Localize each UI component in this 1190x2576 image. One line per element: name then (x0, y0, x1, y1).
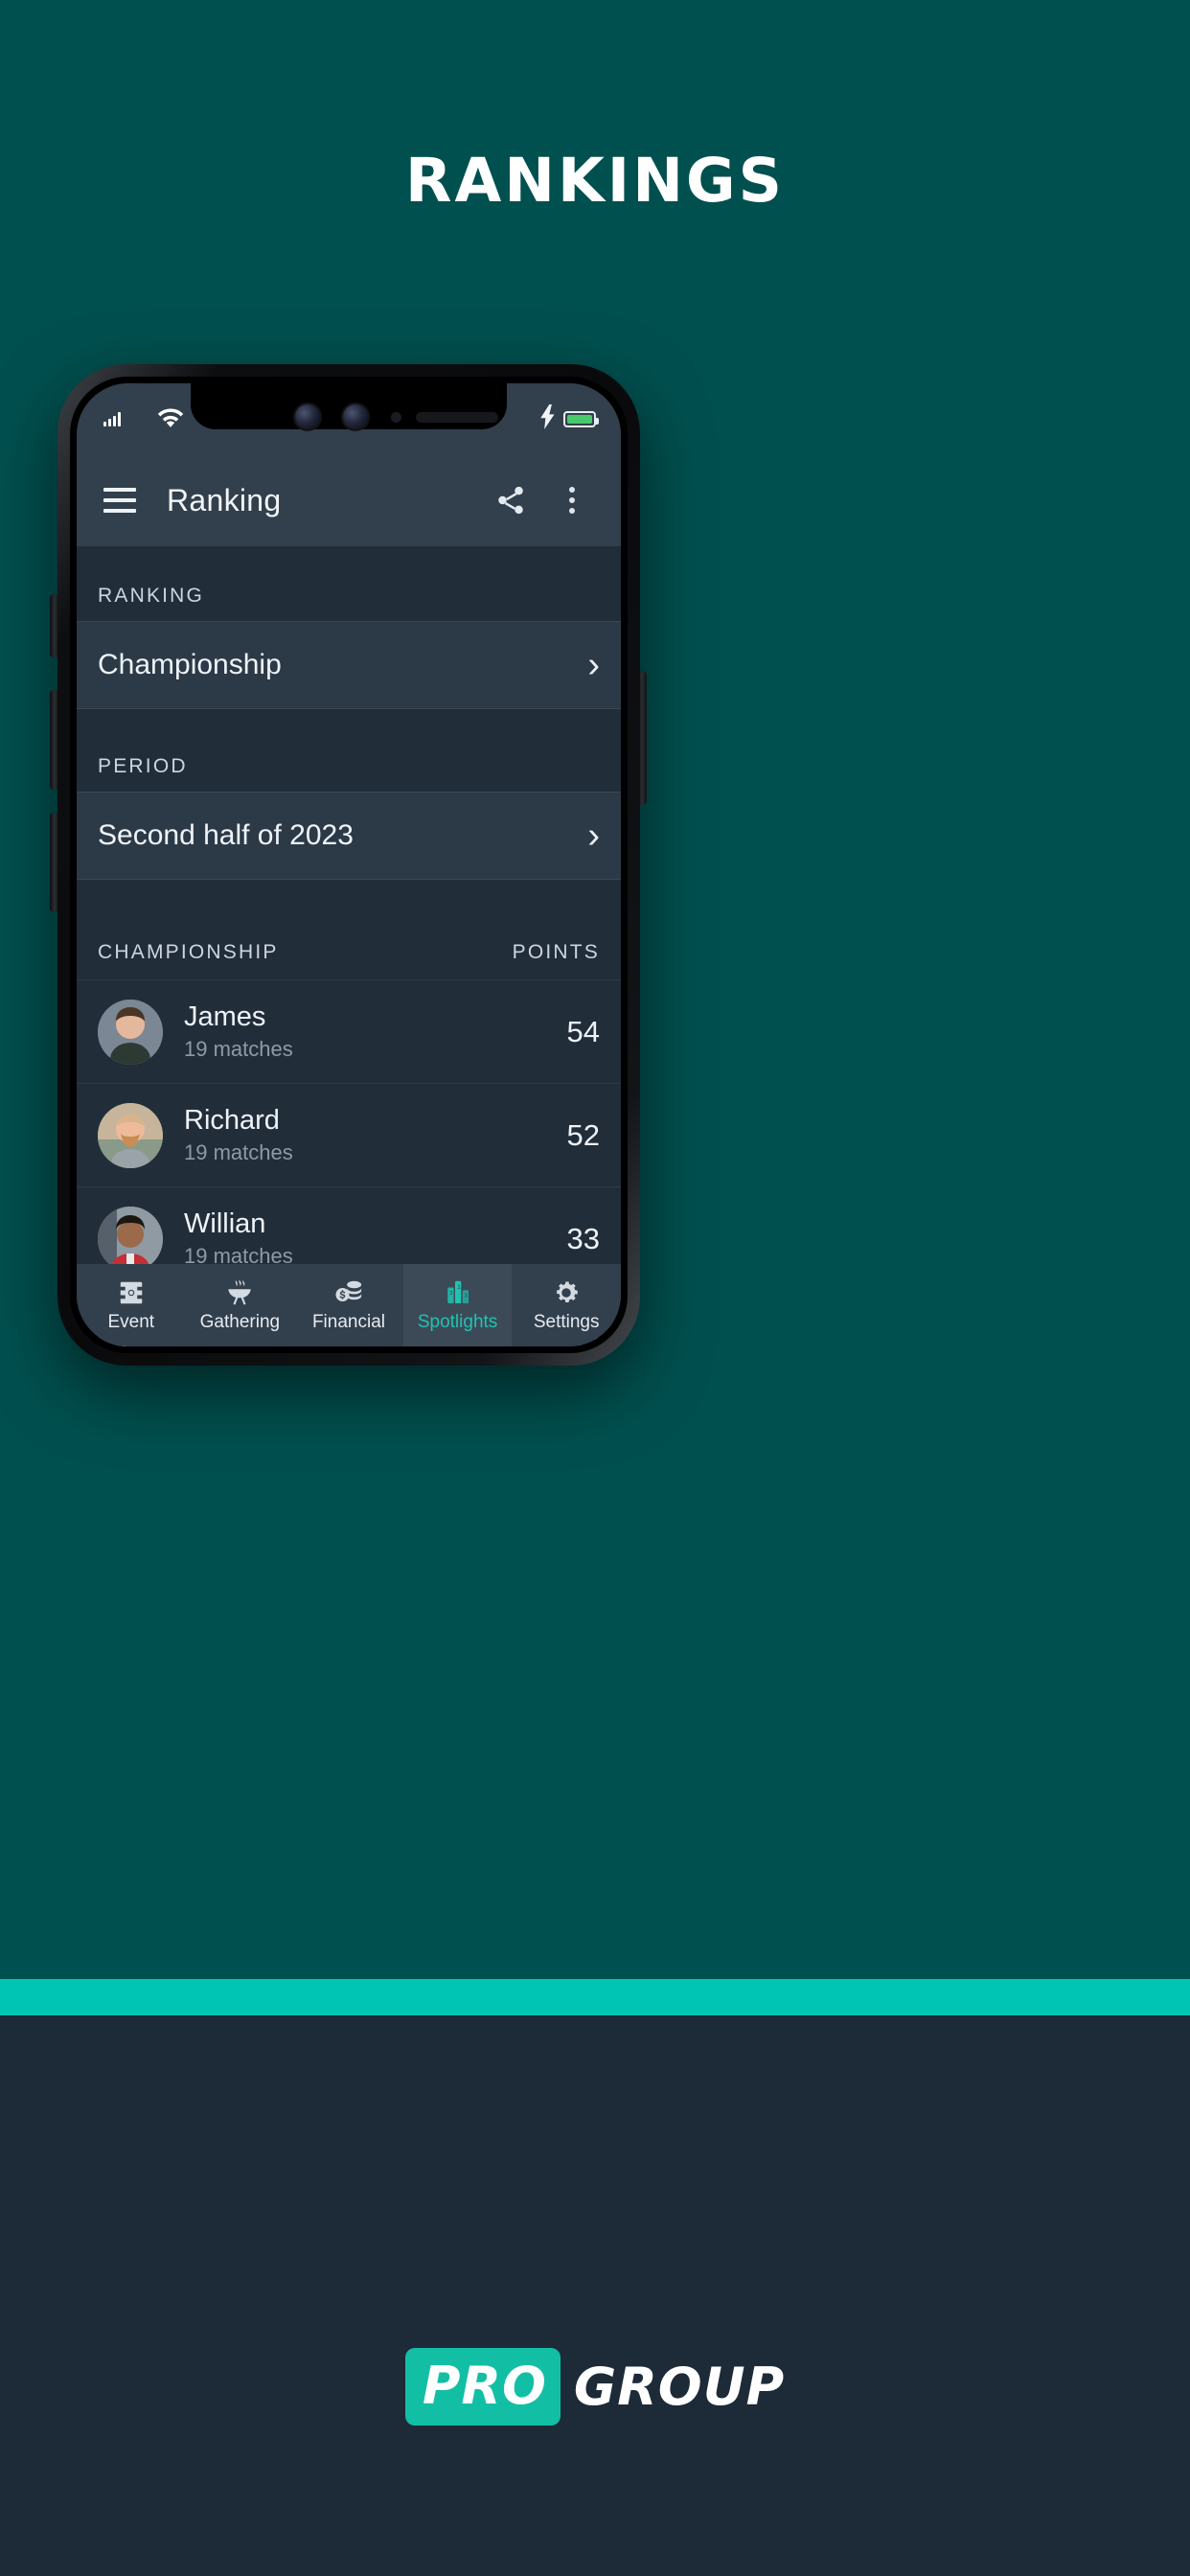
player-points: 54 (566, 1014, 600, 1048)
more-vertical-icon[interactable] (550, 478, 594, 522)
nav-label: Spotlights (417, 1311, 498, 1332)
app-bar: Ranking (77, 454, 621, 546)
nav-item-event[interactable]: Event (77, 1264, 186, 1346)
ranking-selector-row[interactable]: Championship › (77, 621, 621, 709)
nav-item-settings[interactable]: Settings (512, 1264, 621, 1346)
podium-icon: 1 2 3 (444, 1278, 472, 1307)
screen-content: RANKING Championship › PERIOD Second hal… (77, 546, 621, 1346)
period-selector-row[interactable]: Second half of 2023 › (77, 792, 621, 880)
ranking-selector-value: Championship (98, 649, 282, 680)
logo-word: GROUP (573, 2357, 786, 2417)
coins-icon (334, 1278, 363, 1307)
background-bottom-band (0, 2015, 1190, 2576)
column-header-championship: CHAMPIONSHIP (98, 941, 279, 963)
player-name: James (184, 1001, 266, 1032)
nav-label: Event (107, 1311, 155, 1332)
proximity-sensor-icon (391, 412, 401, 423)
player-matches: 19 matches (184, 1140, 293, 1164)
earpiece-speaker (416, 412, 498, 423)
nav-label: Financial (311, 1311, 385, 1332)
phone-notch (77, 383, 621, 454)
grill-icon (225, 1278, 254, 1307)
table-row[interactable]: James 19 matches 54 (77, 979, 621, 1083)
player-points: 33 (566, 1221, 600, 1255)
bottom-navigation-bar: Event Gathering Financial 1 2 3 Spotligh… (77, 1264, 621, 1346)
ranking-table-header: CHAMPIONSHIP POINTS (77, 880, 621, 979)
avatar (98, 1206, 163, 1272)
chevron-right-icon: › (587, 645, 600, 685)
nav-item-gathering[interactable]: Gathering (186, 1264, 295, 1346)
svg-text:3: 3 (464, 1293, 467, 1299)
period-section-header: PERIOD (77, 709, 621, 792)
nav-item-financial[interactable]: Financial (294, 1264, 403, 1346)
phone-screen: Ranking RANKING Championship › PERIOD Se… (77, 383, 621, 1346)
logo-mark: PRO (404, 2348, 561, 2426)
phone-device-frame: Ranking RANKING Championship › PERIOD Se… (57, 364, 640, 1366)
brand-logo: PRO GROUP (0, 2348, 1190, 2426)
svg-text:2: 2 (449, 1291, 452, 1297)
avatar (98, 999, 163, 1065)
gear-icon (552, 1278, 581, 1307)
hamburger-menu-icon[interactable] (103, 488, 136, 513)
avatar (98, 1102, 163, 1168)
app-bar-title: Ranking (167, 482, 282, 518)
page-title: RANKINGS (404, 146, 786, 216)
column-header-points: POINTS (512, 941, 600, 963)
front-camera-icon (295, 404, 320, 429)
nav-label: Gathering (199, 1311, 281, 1332)
nav-item-spotlights[interactable]: 1 2 3 Spotlights (402, 1264, 513, 1346)
phone-bezel: Ranking RANKING Championship › PERIOD Se… (70, 377, 628, 1353)
player-name: Richard (184, 1105, 280, 1136)
svg-text:1: 1 (457, 1284, 461, 1291)
chevron-right-icon: › (587, 816, 600, 856)
background-accent-strip (0, 1979, 1190, 2015)
player-name: Willian (184, 1208, 266, 1239)
period-selector-value: Second half of 2023 (98, 819, 354, 851)
ranking-section-header: RANKING (77, 546, 621, 621)
field-icon (117, 1278, 146, 1307)
nav-label: Settings (533, 1311, 600, 1332)
player-points: 52 (566, 1117, 600, 1152)
share-icon[interactable] (489, 478, 533, 522)
table-row[interactable]: Richard 19 matches 52 (77, 1083, 621, 1186)
front-camera-secondary-icon (343, 404, 368, 429)
player-matches: 19 matches (184, 1037, 293, 1061)
